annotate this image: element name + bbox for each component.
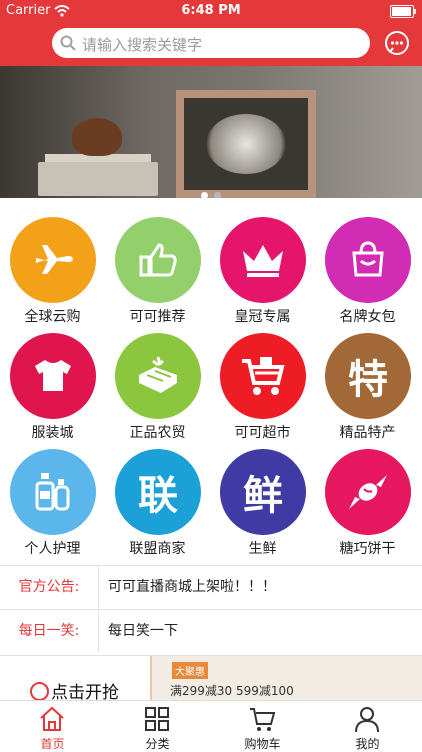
- category-lotion-bottle[interactable]: 个人护理: [0, 442, 105, 557]
- search-bar[interactable]: 请输入搜索关键字: [52, 28, 370, 58]
- notice-daily-joke[interactable]: 每日一笑: 每日笑一下: [0, 609, 422, 652]
- grid-icon: [145, 707, 169, 731]
- category-label: 名牌女包: [339, 309, 396, 325]
- category-glyph: 联: [138, 473, 178, 519]
- carousel-indicator: [0, 184, 422, 198]
- category-label: 糖巧饼干: [339, 541, 396, 557]
- category-fresh-char[interactable]: 鲜生鲜: [210, 442, 315, 557]
- category-label: 精品特产: [339, 425, 396, 441]
- category-label: 个人护理: [24, 541, 81, 557]
- carousel-dot-1[interactable]: [201, 192, 208, 198]
- category-label: 生鲜: [248, 541, 277, 557]
- category-alliance-char[interactable]: 联联盟商家: [105, 442, 210, 557]
- category-tshirt[interactable]: 服装城: [0, 326, 105, 441]
- category-thumbs-up[interactable]: 可可推荐: [105, 210, 210, 325]
- candy-icon: [325, 449, 411, 535]
- fresh-char-icon: 鲜: [220, 449, 306, 535]
- notice-text: 每日笑一下: [108, 623, 178, 639]
- cart-icon: [250, 708, 276, 731]
- tab-profile[interactable]: 我的: [315, 701, 420, 751]
- category-label: 可可超市: [234, 425, 291, 441]
- tab-home[interactable]: 首页: [0, 701, 105, 751]
- flash-sale-label: 点击开抢: [51, 683, 119, 701]
- flash-sale-strip: 点击开抢 大聚惠 满299减30 599减100: [0, 655, 422, 701]
- promo-ad-banner[interactable]: 大聚惠 满299减30 599减100: [150, 656, 422, 701]
- category-specialty-char[interactable]: 特精品特产: [315, 326, 420, 441]
- tab-label: 我的: [355, 737, 380, 751]
- category-label: 正品农贸: [129, 425, 186, 441]
- category-label: 联盟商家: [129, 541, 186, 557]
- promo-brand-badge: 大聚惠: [172, 662, 208, 679]
- carousel-dot-2[interactable]: [214, 192, 221, 198]
- category-crown[interactable]: 皇冠专属: [210, 210, 315, 325]
- category-label: 皇冠专属: [234, 309, 291, 325]
- banner-carousel[interactable]: [0, 66, 422, 198]
- category-glyph: 特: [348, 357, 388, 403]
- thumbs-up-icon: [115, 217, 201, 303]
- notice-tag: 官方公告:: [0, 566, 99, 608]
- status-bar: Carrier 6:48 PM: [0, 0, 422, 22]
- home-icon: [40, 706, 64, 731]
- category-handbag[interactable]: 名牌女包: [315, 210, 420, 325]
- category-label: 可可推荐: [129, 309, 186, 325]
- tshirt-icon: [10, 333, 96, 419]
- tab-category[interactable]: 分类: [105, 701, 210, 751]
- category-airplane[interactable]: 全球云购: [0, 210, 105, 325]
- shopping-cart-icon: [220, 333, 306, 419]
- category-label: 全球云购: [24, 309, 81, 325]
- tab-label: 购物车: [244, 737, 281, 751]
- lotion-bottle-icon: [10, 449, 96, 535]
- category-label: 服装城: [31, 425, 74, 441]
- search-placeholder: 请输入搜索关键字: [82, 36, 203, 54]
- category-farm-crate[interactable]: 正品农贸: [105, 326, 210, 441]
- bottom-tab-bar: 首页 分类 购物车 我的: [0, 700, 422, 751]
- notice-tag: 每日一笑:: [0, 610, 99, 652]
- handbag-icon: [325, 217, 411, 303]
- notice-text: 可可直播商城上架啦！！！: [108, 579, 276, 595]
- category-shopping-cart[interactable]: 可可超市: [210, 326, 315, 441]
- farm-crate-icon: [115, 333, 201, 419]
- clock-time: 6:48 PM: [181, 3, 241, 18]
- top-header: 请输入搜索关键字: [0, 22, 422, 66]
- crown-icon: [220, 217, 306, 303]
- category-glyph: 鲜: [243, 473, 283, 519]
- alliance-char-icon: 联: [115, 449, 201, 535]
- user-icon: [355, 707, 379, 733]
- tab-label: 分类: [145, 737, 170, 751]
- category-candy[interactable]: 糖巧饼干: [315, 442, 420, 557]
- banner-lamp-frame: [176, 90, 316, 198]
- notice-official[interactable]: 官方公告: 可可直播商城上架啦！！！: [0, 565, 422, 608]
- airplane-icon: [10, 217, 96, 303]
- promo-deal-text: 满299减30 599减100: [170, 684, 294, 698]
- search-icon: [60, 35, 76, 51]
- clock-icon: [30, 682, 49, 701]
- message-bubble-icon[interactable]: [384, 30, 410, 56]
- specialty-char-icon: 特: [325, 333, 411, 419]
- flash-sale-button[interactable]: 点击开抢: [30, 678, 119, 701]
- tab-label: 首页: [40, 737, 65, 751]
- battery-icon: [390, 5, 416, 18]
- banner-plant-pot: [72, 118, 122, 156]
- tab-cart[interactable]: 购物车: [210, 701, 315, 751]
